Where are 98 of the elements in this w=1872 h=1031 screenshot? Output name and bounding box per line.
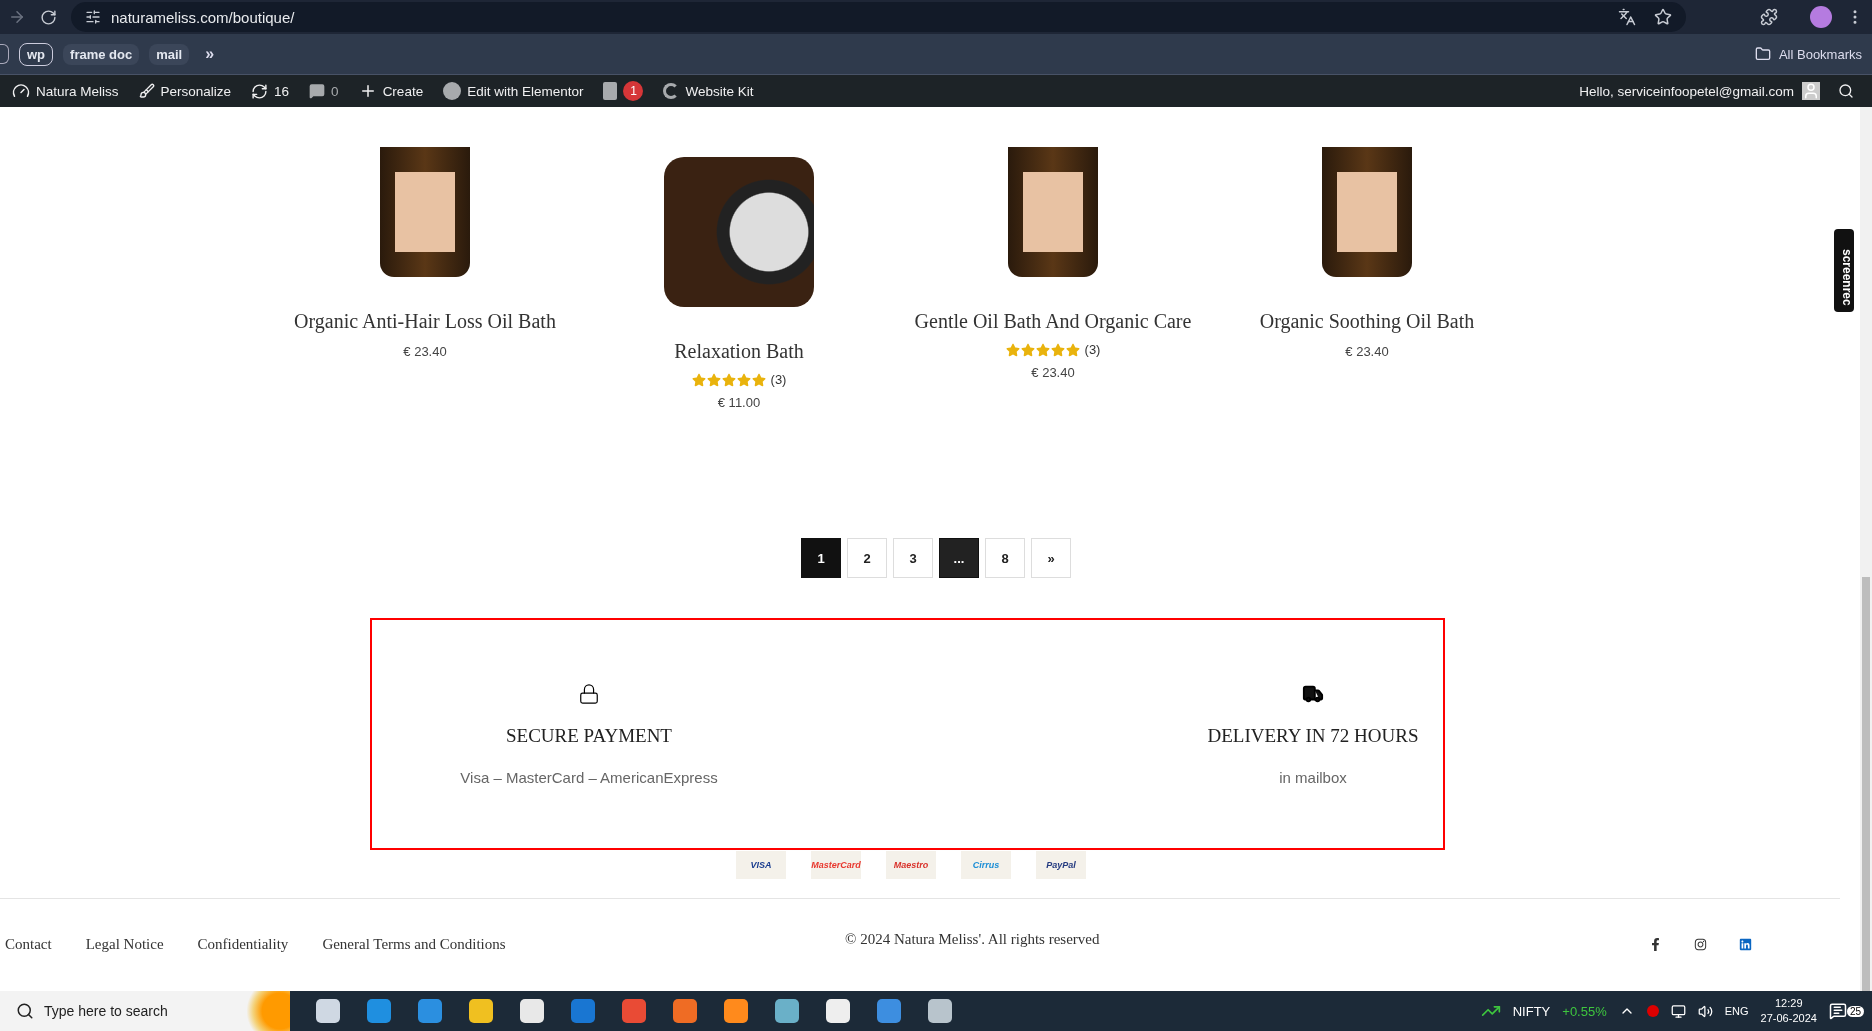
feature-title: SECURE PAYMENT — [506, 724, 672, 747]
app-icon[interactable] — [774, 999, 799, 1023]
page-button[interactable]: 8 — [985, 538, 1025, 578]
footer-link[interactable]: Legal Notice — [85, 935, 164, 953]
dashboard-icon — [12, 82, 30, 100]
app-icon[interactable] — [723, 999, 748, 1023]
copyright-text: © 2024 Natura Meliss'. All rights reserved — [845, 930, 1100, 948]
star-icon — [1050, 342, 1065, 357]
toolbar-label[interactable]: 0 — [331, 83, 339, 99]
product-title[interactable]: Relaxation Bath — [674, 337, 804, 366]
star-icon — [691, 372, 706, 387]
bottle-photo[interactable] — [1322, 147, 1412, 277]
app-icon[interactable] — [825, 999, 850, 1023]
product-title[interactable]: Organic Soothing Oil Bath — [1259, 307, 1475, 336]
review-count: (3) — [1084, 342, 1101, 357]
updates-icon — [251, 82, 269, 100]
ticker-change: +0.55% — [1562, 1003, 1607, 1019]
page-button[interactable]: ... — [939, 538, 979, 578]
folder-icon — [1754, 46, 1771, 62]
payment-card-logo: VISA — [736, 851, 786, 879]
bookmark-item[interactable]: mail — [149, 43, 190, 65]
footer-link[interactable]: General Terms and Conditions — [322, 935, 506, 953]
product-price: € 23.40 — [403, 344, 447, 359]
forward-icon[interactable] — [8, 8, 26, 26]
greeting-text[interactable]: Hello, serviceinfoopetel@gmail.com — [1579, 83, 1794, 99]
product-title[interactable]: Organic Anti-Hair Loss Oil Bath — [294, 307, 556, 336]
record-icon[interactable] — [1646, 1005, 1659, 1017]
star-icon — [1065, 342, 1080, 357]
all-bookmarks[interactable]: All Bookmarks — [1778, 46, 1862, 62]
extensions-icon[interactable] — [1760, 8, 1778, 26]
review-count: (3) — [770, 372, 787, 387]
star-icon — [1005, 342, 1020, 357]
feature-text: in mailbox — [1279, 768, 1347, 786]
app-icon[interactable] — [468, 999, 493, 1023]
app-icon[interactable] — [315, 999, 340, 1023]
toolbar-label[interactable]: Personalize — [160, 83, 232, 99]
recorder-tab[interactable]: screenrec — [1834, 229, 1854, 312]
more-bookmarks[interactable]: » — [205, 45, 215, 63]
comment-icon — [309, 83, 326, 99]
page-button[interactable]: 2 — [847, 538, 887, 578]
search-icon[interactable] — [1838, 83, 1854, 99]
feature-text: Visa – MasterCard – AmericanExpress — [460, 768, 718, 786]
notification-icon[interactable] — [1828, 1002, 1847, 1020]
app-icon[interactable] — [519, 999, 544, 1023]
address-bar[interactable]: naturameliss.com/boutique/ — [71, 2, 1686, 32]
clock[interactable]: 12:29 27-06-2024 — [1760, 996, 1817, 1026]
star-icon — [751, 372, 766, 387]
linkedin-icon[interactable] — [1739, 937, 1752, 951]
product-price: € 23.40 — [1345, 344, 1389, 359]
volume-icon[interactable] — [1697, 1003, 1713, 1019]
url-text: naturameliss.com/boutique/ — [111, 8, 295, 26]
ticker-name: NIFTY — [1512, 1003, 1551, 1019]
bookmark-star-icon[interactable] — [1654, 8, 1672, 26]
footer-link[interactable]: Confidentiality — [197, 935, 289, 953]
bottle-photo[interactable] — [1008, 147, 1098, 277]
notification-count: 25 — [1846, 1005, 1864, 1017]
brush-icon — [138, 83, 155, 99]
bottle-photo[interactable] — [380, 147, 470, 277]
jar-photo[interactable] — [664, 157, 814, 307]
star-icon — [721, 372, 736, 387]
reload-icon[interactable] — [40, 8, 57, 26]
star-icon — [1035, 342, 1050, 357]
toolbar-label[interactable]: Natura Meliss — [36, 83, 119, 99]
page-button[interactable]: 1 — [801, 538, 841, 578]
toolbar-label[interactable]: Website Kit — [685, 83, 754, 99]
toolbar-label[interactable]: Create — [382, 83, 424, 99]
taskbar-search-field[interactable]: Type here to search — [0, 991, 290, 1031]
payment-card-logo: Cirrus — [961, 851, 1011, 879]
payment-card-logo: MasterCard — [811, 851, 861, 879]
star-icon — [736, 372, 751, 387]
count-badge: 1 — [623, 81, 644, 101]
language-indicator[interactable]: ENG — [1724, 1005, 1749, 1017]
product-price: € 23.40 — [1031, 365, 1075, 380]
translate-icon[interactable] — [1618, 8, 1636, 26]
product-price: € 11.00 — [717, 395, 761, 410]
app-icon[interactable] — [927, 999, 952, 1023]
star-icon — [1020, 342, 1035, 357]
facebook-icon[interactable] — [1649, 937, 1662, 951]
next-page-button[interactable]: » — [1031, 538, 1071, 578]
search-icon — [16, 1002, 34, 1020]
star-icon — [706, 372, 721, 387]
scrollbar[interactable] — [1860, 107, 1872, 991]
feature-title: DELIVERY IN 72 HOURS — [1207, 724, 1419, 747]
product-title[interactable]: Gentle Oil Bath And Organic Care — [914, 307, 1192, 336]
footer-link[interactable]: Contact — [5, 935, 52, 953]
bookmark-item[interactable]: frame doc — [63, 43, 140, 65]
lock-icon — [578, 682, 600, 705]
bookmark-item[interactable]: wp — [19, 42, 54, 66]
toolbar-label[interactable]: Edit with Elementor — [467, 83, 584, 99]
payment-card-logo: PayPal — [1036, 851, 1086, 879]
payment-card-logo: Maestro — [886, 851, 936, 879]
page-button[interactable]: 3 — [893, 538, 933, 578]
site-info-icon[interactable] — [85, 9, 101, 25]
instagram-icon[interactable] — [1694, 937, 1707, 951]
search-placeholder: Type here to search — [44, 1003, 168, 1019]
bookmark-chip[interactable] — [0, 44, 9, 64]
toolbar-label[interactable]: 16 — [274, 83, 290, 99]
profile-avatar[interactable] — [1810, 6, 1832, 28]
